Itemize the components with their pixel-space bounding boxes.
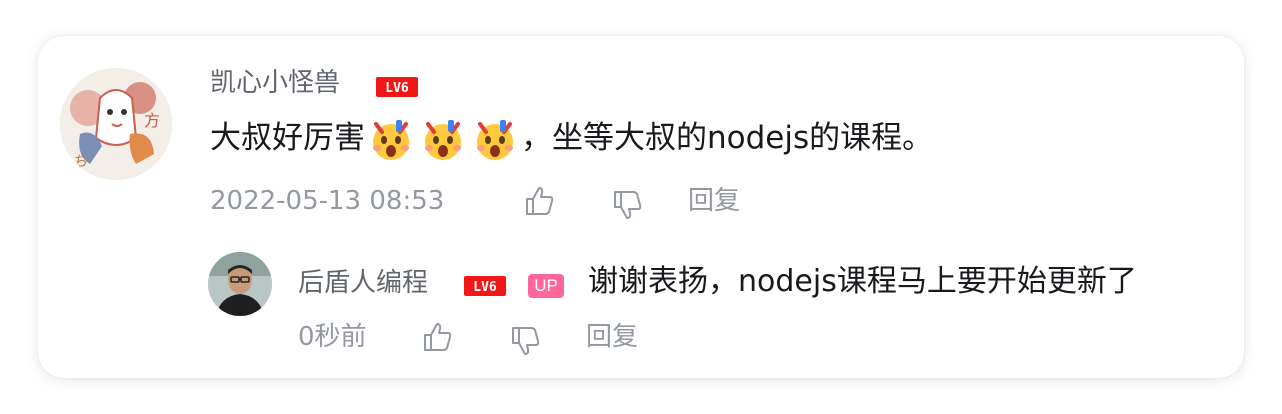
thumbs-up-icon[interactable] (522, 184, 556, 218)
astonished-face-emoji (373, 120, 409, 160)
comment-text-end: ，坐等大叔的nodejs的课程。 (521, 120, 934, 157)
thumbs-up-icon[interactable] (420, 320, 454, 354)
avatar-photo-icon (208, 252, 272, 316)
avatar-illustration-icon: 方 ち (60, 68, 172, 180)
svg-text:LV6: LV6 (385, 81, 409, 96)
astonished-face-emoji (425, 120, 461, 160)
comment-username[interactable]: 凯心小怪兽 (210, 70, 340, 96)
svg-text:方: 方 (144, 111, 160, 130)
comment-timestamp: 2022-05-13 08:53 (210, 186, 445, 216)
level-badge: LV6 (464, 276, 506, 296)
up-badge: UP (528, 274, 564, 298)
svg-text:LV6: LV6 (473, 280, 497, 295)
reply-timestamp: 0秒前 (298, 322, 367, 352)
level-badge: LV6 (376, 77, 418, 97)
reply-username[interactable]: 后盾人编程 (298, 270, 428, 296)
astonished-face-emoji (477, 120, 513, 160)
avatar[interactable]: 方 ち (60, 68, 172, 180)
comment-content: 大叔好厉害 ，坐等大叔的nodejs的课程。 (210, 114, 933, 164)
reply-reply-button[interactable]: 回复 (586, 324, 638, 350)
reply-content: 谢谢表扬，nodejs课程马上要开始更新了 (588, 264, 1137, 299)
thumbs-down-icon[interactable] (610, 188, 644, 222)
comment-text-start: 大叔好厉害 (210, 120, 365, 157)
thumbs-down-icon[interactable] (508, 324, 542, 358)
reply-button[interactable]: 回复 (688, 188, 740, 214)
reply-avatar[interactable] (208, 252, 272, 316)
